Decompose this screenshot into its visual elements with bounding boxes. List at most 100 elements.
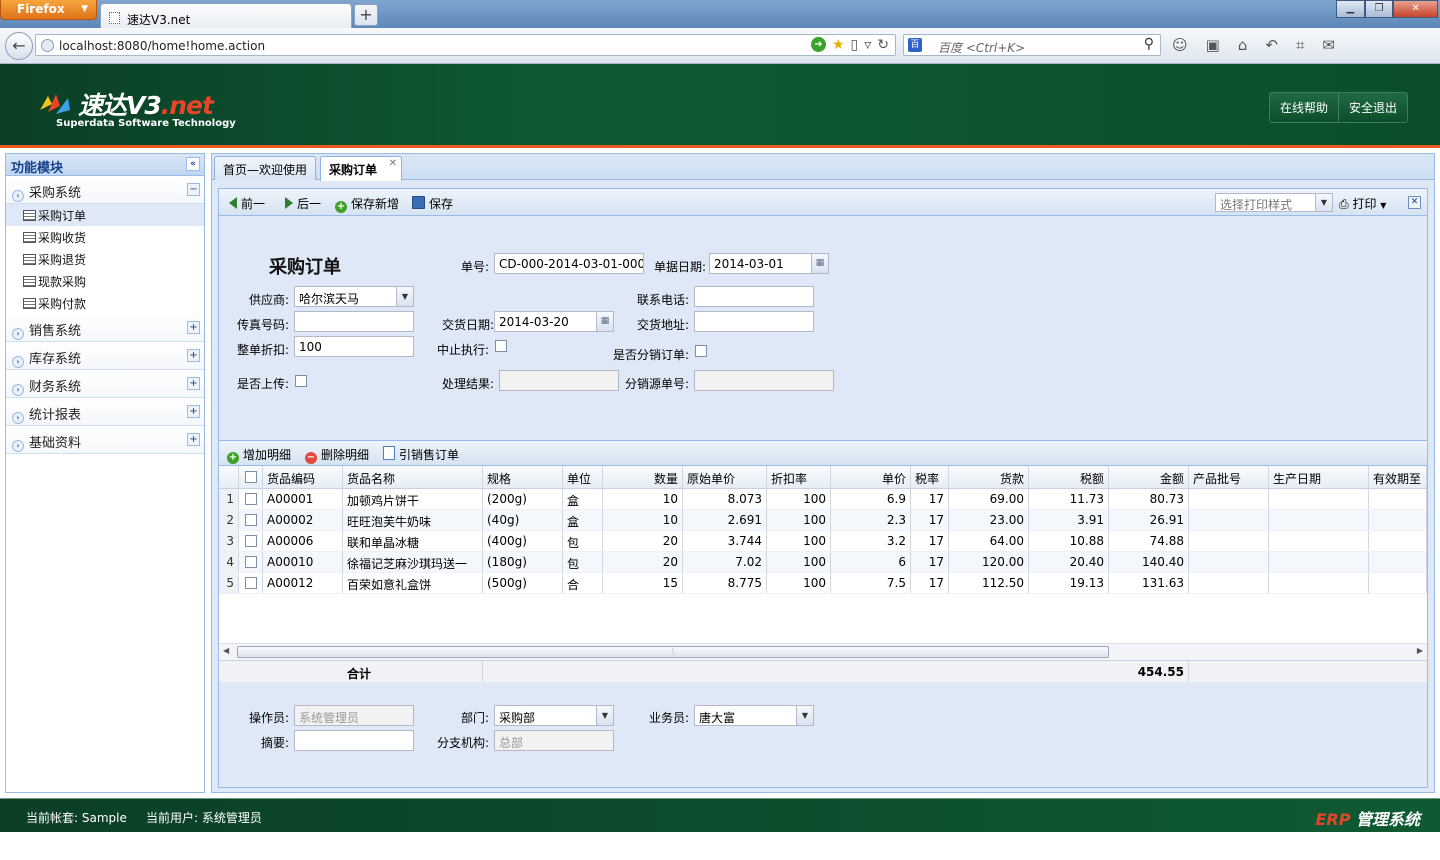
firefox-menu-button[interactable]: Firefox ▼ [0,0,97,20]
bookmarks-icon[interactable]: ▣ [1206,36,1220,54]
supplier-select[interactable]: 哈尔滨天马 ▼ [294,286,414,307]
sidebar-item-purchase-payment[interactable]: 采购付款 [6,292,204,314]
row-checkbox[interactable] [239,489,263,509]
delivery-addr-input[interactable] [694,311,814,332]
close-panel-icon[interactable]: ✕ [1408,196,1421,209]
search-icon[interactable]: ⚲ [1144,36,1154,52]
maximize-icon[interactable]: ❐ [1364,0,1394,18]
url-bar[interactable]: localhost:8080/home!home.action ➜ ★ ▯ ▿ … [35,34,896,56]
uploaded-checkbox[interactable] [295,375,307,387]
dist-source-input[interactable] [694,370,834,391]
home-icon[interactable]: ⌂ [1238,36,1248,54]
scrollbar-thumb[interactable]: ⦙ [237,646,1109,658]
row-checkbox[interactable] [239,510,263,530]
column-header[interactable]: 生产日期 [1269,466,1369,488]
sidebar-item-purchase-receipt[interactable]: 采购收货 [6,226,204,248]
calendar-icon[interactable]: ▦ [811,254,828,273]
column-header[interactable]: 税率 [911,466,949,488]
crop-icon[interactable]: ⌗ [1296,36,1304,54]
expand-icon[interactable]: + [187,377,200,390]
column-header[interactable]: 货品名称 [343,466,483,488]
sidebar-item-cash-purchase[interactable]: 现款采购 [6,270,204,292]
expand-icon[interactable]: + [187,321,200,334]
bookmark-star-icon[interactable]: ★ [832,37,845,53]
browser-tab[interactable]: 速达V3.net [100,3,352,29]
addon-icon[interactable]: ☺ [1172,36,1188,54]
branch-input[interactable]: 总部 [494,730,614,751]
delivery-date-input[interactable]: 2014-03-20 ▦ [494,311,614,332]
select-all-checkbox[interactable] [239,466,263,488]
column-header[interactable]: 金额 [1109,466,1189,488]
horizontal-scrollbar[interactable]: ◀ ⦙ ▶ [219,643,1427,660]
back-arrow-icon[interactable]: ← [5,32,33,60]
chevron-down-icon[interactable]: ▼ [1315,194,1332,211]
sidebar-item-purchase-return[interactable]: 采购退货 [6,248,204,270]
undo-icon[interactable]: ↶ [1265,36,1278,54]
column-header[interactable]: 单价 [831,466,911,488]
fax-input[interactable] [294,311,414,332]
column-header[interactable]: 货款 [949,466,1029,488]
close-icon[interactable]: ✕ [1393,0,1439,18]
phone-input[interactable] [694,286,814,307]
expand-icon[interactable]: + [187,405,200,418]
table-row[interactable]: 3 A00006 联和单晶冰糖 (400g) 包 20 3.744 100 3.2 17 64.00… [219,531,1427,552]
expand-icon[interactable]: + [187,433,200,446]
table-row[interactable]: 1 A00001 加顿鸡片饼干 (200g) 盒 10 8.073 100 6.9 17 69.00… [219,489,1427,510]
salesman-select[interactable]: 唐大富 ▼ [694,705,814,726]
go-arrow-icon[interactable]: ➜ [810,37,826,52]
is-distribution-checkbox[interactable] [695,345,707,357]
table-row[interactable]: 2 A00002 旺旺泡芙牛奶味 (40g) 盒 10 2.691 100 2.3 17 23.00… [219,510,1427,531]
sidebar-group-reports[interactable]: › 统计报表 + [6,398,204,426]
sidebar-item-purchase-order[interactable]: 采购订单 [6,204,204,226]
column-header[interactable]: 有效期至 [1369,466,1427,488]
dropdown-icon[interactable]: ▿ [864,37,871,53]
order-no-input[interactable]: CD-000-2014-03-01-0001 [494,253,644,274]
sidebar-group-purchase[interactable]: › 采购系统 − [6,176,204,204]
doc-date-input[interactable]: 2014-03-01 ▦ [709,253,829,274]
row-checkbox[interactable] [239,573,263,593]
table-row[interactable]: 4 A00010 徐福记芝麻沙琪玛送一 (180g) 包 20 7.02 100 6 17 120.… [219,552,1427,573]
mobile-icon[interactable]: ▯ [851,37,859,53]
search-bar[interactable]: 百 百度 <Ctrl+K> ⚲ [903,34,1161,56]
sidebar-group-finance[interactable]: › 财务系统 + [6,370,204,398]
column-header[interactable]: 数量 [603,466,683,488]
reload-icon[interactable]: ↻ [877,37,889,53]
result-input[interactable] [499,370,619,391]
column-header[interactable]: 单位 [563,466,603,488]
scroll-left-icon[interactable]: ◀ [223,646,229,655]
column-header[interactable]: 税额 [1029,466,1109,488]
sidebar-group-sales[interactable]: › 销售系统 + [6,314,204,342]
memo-input[interactable] [294,730,414,751]
column-header[interactable]: 产品批号 [1189,466,1269,488]
delete-detail-button[interactable]: − 删除明细 [305,446,369,464]
discount-input[interactable]: 100 [294,336,414,357]
print-button[interactable]: ⎙ 打印 ▼ [1339,195,1386,212]
row-checkbox[interactable] [239,531,263,551]
column-header[interactable]: 规格 [483,466,563,488]
add-detail-button[interactable]: + 增加明细 [227,446,291,464]
new-tab-button[interactable]: + [354,4,378,26]
logout-button[interactable]: 安全退出 [1337,93,1407,122]
scroll-right-icon[interactable]: ▶ [1417,646,1423,655]
minimize-icon[interactable]: ▁ [1336,0,1365,18]
chevron-down-icon[interactable]: ▼ [596,706,613,725]
tab-home[interactable]: 首页—欢迎使用 [214,156,316,180]
chevron-down-icon[interactable]: ▼ [796,706,813,725]
sidebar-group-basedata[interactable]: › 基础资料 + [6,426,204,454]
expand-icon[interactable]: + [187,349,200,362]
prev-button[interactable]: 前一 [229,195,265,212]
sidebar-group-inventory[interactable]: › 库存系统 + [6,342,204,370]
collapse-left-icon[interactable]: « [186,157,200,171]
online-help-button[interactable]: 在线帮助 [1270,93,1338,122]
column-header[interactable]: 货品编码 [263,466,343,488]
close-tab-icon[interactable]: ✕ [389,158,397,169]
column-header[interactable]: 折扣率 [767,466,831,488]
dept-select[interactable]: 采购部 ▼ [494,705,614,726]
save-button[interactable]: 保存 [412,195,453,212]
tab-purchase-order[interactable]: 采购订单 ✕ [320,156,402,181]
collapse-icon[interactable]: − [187,183,200,196]
row-checkbox[interactable] [239,552,263,572]
save-new-button[interactable]: + 保存新增 [335,195,399,213]
suspend-checkbox[interactable] [495,340,507,352]
column-header[interactable]: 原始单价 [683,466,767,488]
